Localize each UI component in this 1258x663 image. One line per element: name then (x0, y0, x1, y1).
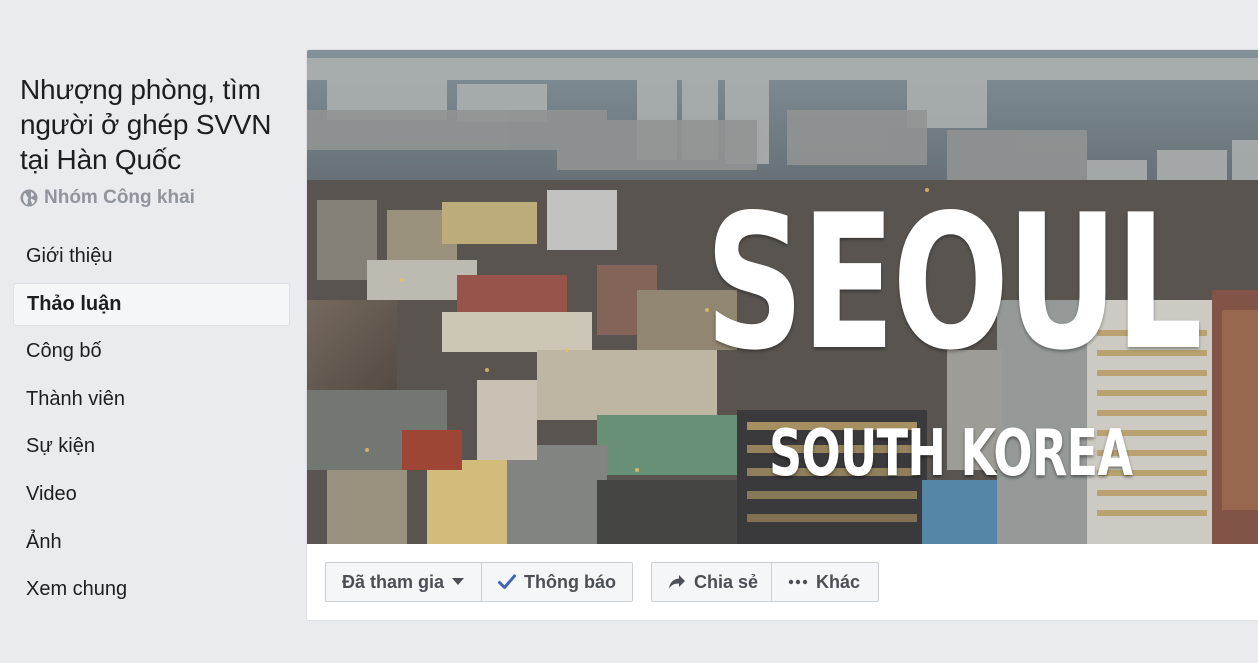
joined-label: Đã tham gia (342, 571, 445, 592)
group-privacy[interactable]: Nhóm Công khai (20, 187, 195, 209)
cover-title: SEOUL (705, 174, 1203, 391)
share-label: Chia sẻ (694, 571, 759, 592)
cover-photo[interactable]: SEOUL SOUTH KOREA (307, 50, 1258, 544)
globe-icon (20, 189, 38, 207)
nav-item-members[interactable]: Thành viên (13, 378, 290, 421)
membership-actions: Đã tham gia Thông báo (325, 562, 633, 602)
nav-item-about[interactable]: Giới thiệu (13, 235, 290, 278)
more-button[interactable]: Khác (772, 562, 879, 602)
group-header-card: SEOUL SOUTH KOREA Đã tham gia Thông báo … (306, 49, 1258, 621)
nav-item-watch-party[interactable]: Xem chung (13, 568, 290, 611)
cover-subtitle: SOUTH KOREA (769, 417, 1133, 491)
checkmark-icon (498, 574, 516, 590)
nav-item-announcements[interactable]: Công bố (13, 330, 290, 373)
nav-item-videos[interactable]: Video (13, 473, 290, 516)
nav-item-discussion[interactable]: Thảo luận (13, 282, 290, 326)
ellipsis-icon (788, 579, 808, 585)
notifications-label: Thông báo (524, 571, 616, 592)
caret-down-icon (452, 578, 465, 586)
share-arrow-icon (668, 574, 686, 590)
share-actions: Chia sẻ Khác (651, 562, 879, 602)
more-label: Khác (816, 571, 861, 592)
joined-button[interactable]: Đã tham gia (325, 562, 482, 602)
group-nav: Giới thiệu Thảo luận Công bố Thành viên … (13, 235, 290, 616)
group-sidebar: Nhượng phòng, tìm người ở ghép SVVN tại … (0, 0, 300, 663)
notifications-button[interactable]: Thông báo (482, 562, 633, 602)
group-title[interactable]: Nhượng phòng, tìm người ở ghép SVVN tại … (20, 72, 290, 177)
privacy-label: Nhóm Công khai (44, 187, 195, 208)
share-button[interactable]: Chia sẻ (651, 562, 772, 602)
nav-item-photos[interactable]: Ảnh (13, 521, 290, 564)
nav-item-events[interactable]: Sự kiện (13, 425, 290, 468)
